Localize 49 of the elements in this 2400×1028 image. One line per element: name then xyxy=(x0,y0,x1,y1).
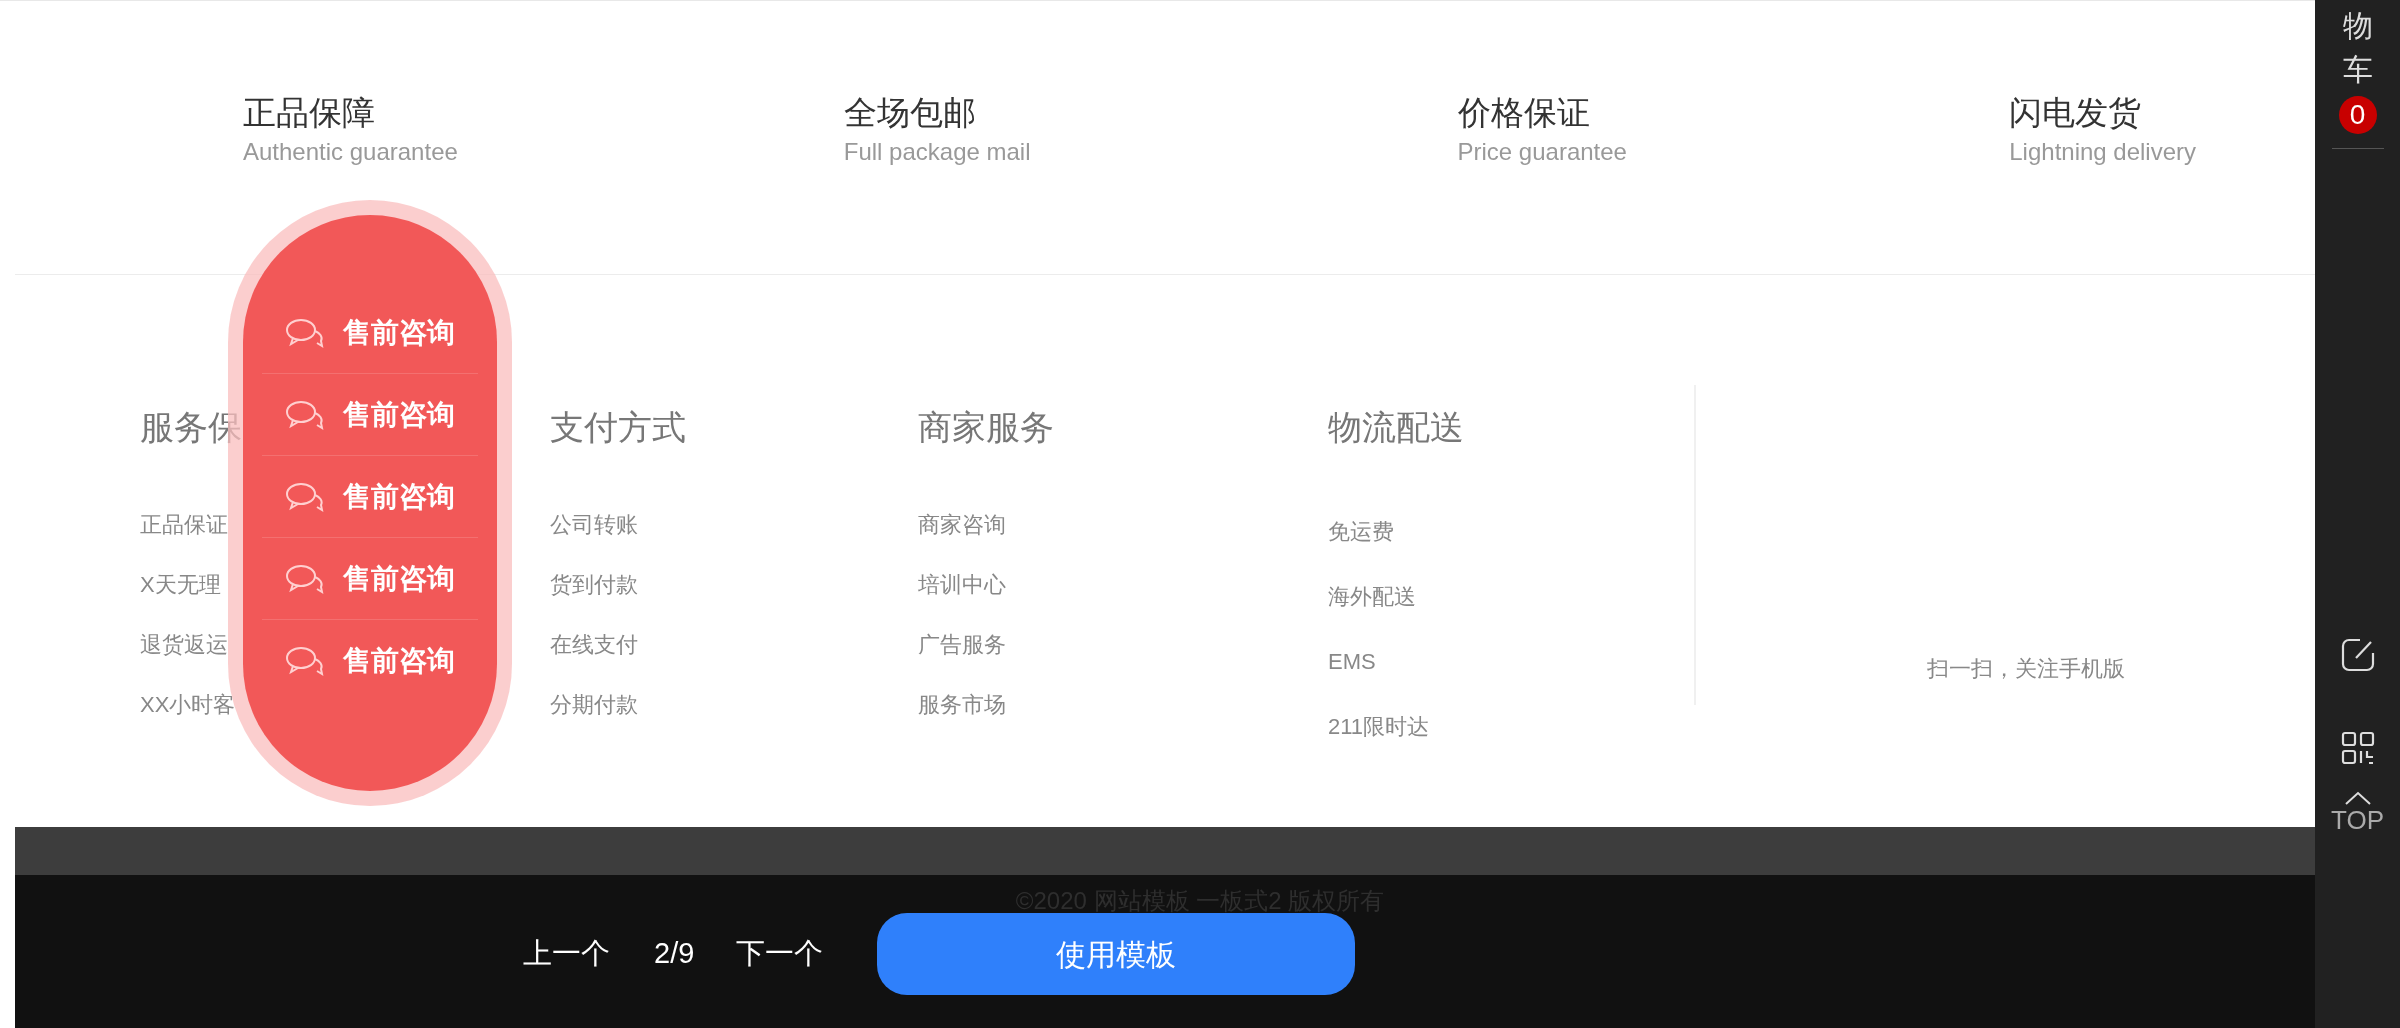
chat-bubbles-icon xyxy=(285,562,325,595)
footer-link[interactable]: 在线支付 xyxy=(550,627,638,661)
chat-bubbles-icon xyxy=(285,316,325,349)
column-heading: 支付方式 xyxy=(550,407,686,447)
consult-item[interactable]: 售前咨询 xyxy=(262,456,478,538)
consult-item[interactable]: 售前咨询 xyxy=(262,292,478,374)
footer-link[interactable]: 货到付款 xyxy=(550,567,638,601)
footer-link[interactable]: 商家咨询 xyxy=(918,507,1006,541)
feature-subtitle: Authentic guarantee xyxy=(243,137,459,167)
cart-count-badge: 0 xyxy=(2338,96,2377,134)
feature-title: 全场包邮 xyxy=(843,93,977,133)
footer-link[interactable]: X天无理 xyxy=(140,567,221,601)
footer-link[interactable]: 培训中心 xyxy=(918,567,1006,601)
chat-bubbles-icon xyxy=(285,480,325,513)
footer-link[interactable]: 公司转账 xyxy=(550,507,638,541)
cart-label[interactable]: 物车 xyxy=(2342,4,2373,92)
chat-bubbles-icon xyxy=(285,398,325,431)
footer-link[interactable]: 海外配送 xyxy=(1328,580,1416,613)
page-indicator: 2/9 xyxy=(654,936,695,972)
feature-title: 闪电发货 xyxy=(2009,93,2143,133)
feature-subtitle: Price guarantee xyxy=(1457,137,1628,167)
footer-link[interactable]: XX小时客 xyxy=(140,687,236,721)
footer-link[interactable]: 分期付款 xyxy=(550,687,638,721)
next-link[interactable]: 下一个 xyxy=(736,932,824,976)
footer-link[interactable]: 服务市场 xyxy=(918,687,1006,721)
consult-item[interactable]: 售前咨询 xyxy=(262,538,478,620)
feature-title: 价格保证 xyxy=(1457,93,1591,133)
chat-bubbles-icon xyxy=(285,645,325,677)
column-heading: 物流配送 xyxy=(1328,407,1464,447)
footer-link[interactable]: 广告服务 xyxy=(918,627,1006,661)
feature-subtitle: Lightning delivery xyxy=(2009,137,2198,167)
feature-title: 正品保障 xyxy=(243,93,376,133)
chevron-up-icon[interactable] xyxy=(2343,791,2372,805)
previous-link[interactable]: 上一个 xyxy=(523,932,610,976)
column-heading: 服务保 xyxy=(140,407,242,447)
feature-subtitle: Full package mail xyxy=(843,137,1032,167)
footer-link[interactable]: 正品保证 xyxy=(140,507,228,541)
qr-code-icon[interactable] xyxy=(2340,731,2375,765)
footer-link[interactable]: 免运费 xyxy=(1328,515,1394,548)
footer-link[interactable]: EMS xyxy=(1328,645,1376,678)
column-heading: 商家服务 xyxy=(918,407,1054,447)
back-to-top-button[interactable]: TOP xyxy=(2331,805,2384,835)
footer-link[interactable]: 退货返运 xyxy=(140,627,228,661)
consult-item[interactable]: 售前咨询 xyxy=(262,620,478,702)
consult-item[interactable]: 售前咨询 xyxy=(262,374,478,456)
edit-icon[interactable] xyxy=(2339,637,2376,673)
qr-caption: 扫一扫，关注手机版 xyxy=(1925,655,2125,682)
use-template-button[interactable]: 使用模板 xyxy=(877,913,1356,995)
footer-link[interactable]: 211限时达 xyxy=(1328,710,1430,743)
